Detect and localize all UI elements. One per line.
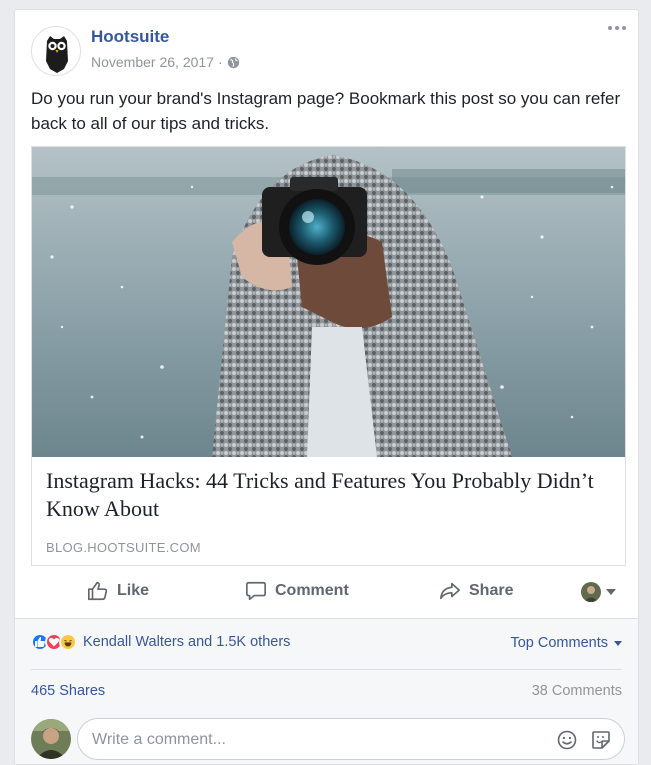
- action-bar: Like Comment Share: [15, 572, 638, 614]
- more-icon[interactable]: [608, 26, 626, 30]
- current-user-avatar[interactable]: [31, 719, 71, 759]
- speech-bubble-icon: [246, 581, 266, 601]
- post-as-selector[interactable]: [581, 582, 616, 602]
- comments-count[interactable]: 38 Comments: [532, 683, 622, 699]
- like-button[interactable]: Like: [87, 580, 149, 602]
- comment-composer[interactable]: [77, 718, 625, 760]
- chevron-down-icon: [614, 640, 622, 646]
- post-meta: November 26, 2017 ·: [91, 54, 240, 70]
- comment-input[interactable]: [92, 729, 532, 751]
- reactors-text[interactable]: Kendall Walters and 1.5K others: [83, 634, 290, 650]
- share-arrow-icon: [440, 582, 460, 600]
- thumbs-up-icon: [88, 581, 108, 601]
- comment-sort-dropdown[interactable]: Top Comments: [510, 635, 622, 651]
- meta-separator: ·: [217, 54, 223, 70]
- link-preview-domain: BLOG.HOOTSUITE.COM: [46, 540, 201, 555]
- shares-count[interactable]: 465 Shares: [31, 683, 105, 699]
- post-card: Hootsuite November 26, 2017 · Do you run…: [14, 9, 639, 765]
- sticker-icon[interactable]: [590, 729, 612, 751]
- link-preview-card[interactable]: Instagram Hacks: 44 Tricks and Features …: [31, 146, 626, 566]
- link-preview-title[interactable]: Instagram Hacks: 44 Tricks and Features …: [46, 467, 611, 523]
- haha-reaction-icon: [59, 633, 77, 651]
- globe-icon[interactable]: [227, 56, 240, 69]
- reactions-summary[interactable]: Kendall Walters and 1.5K others: [31, 633, 290, 651]
- engagement-footer: Kendall Walters and 1.5K others Top Comm…: [15, 618, 638, 764]
- divider: [31, 669, 622, 670]
- link-preview-image[interactable]: [32, 147, 625, 457]
- hootsuite-owl-logo: [46, 36, 68, 73]
- comment-sort-label: Top Comments: [510, 635, 608, 651]
- comment-label: Comment: [275, 582, 349, 599]
- page-avatar[interactable]: [31, 26, 81, 76]
- chevron-down-icon: [606, 589, 616, 595]
- like-label: Like: [117, 582, 150, 599]
- share-label: Share: [469, 582, 514, 599]
- page-name-link[interactable]: Hootsuite: [91, 27, 169, 47]
- smiley-icon[interactable]: [556, 729, 578, 751]
- comment-button[interactable]: Comment: [245, 580, 349, 602]
- post-date[interactable]: November 26, 2017: [91, 54, 214, 70]
- share-button[interactable]: Share: [439, 580, 513, 602]
- viewer-avatar: [581, 582, 601, 602]
- post-text: Do you run your brand's Instagram page? …: [31, 89, 621, 133]
